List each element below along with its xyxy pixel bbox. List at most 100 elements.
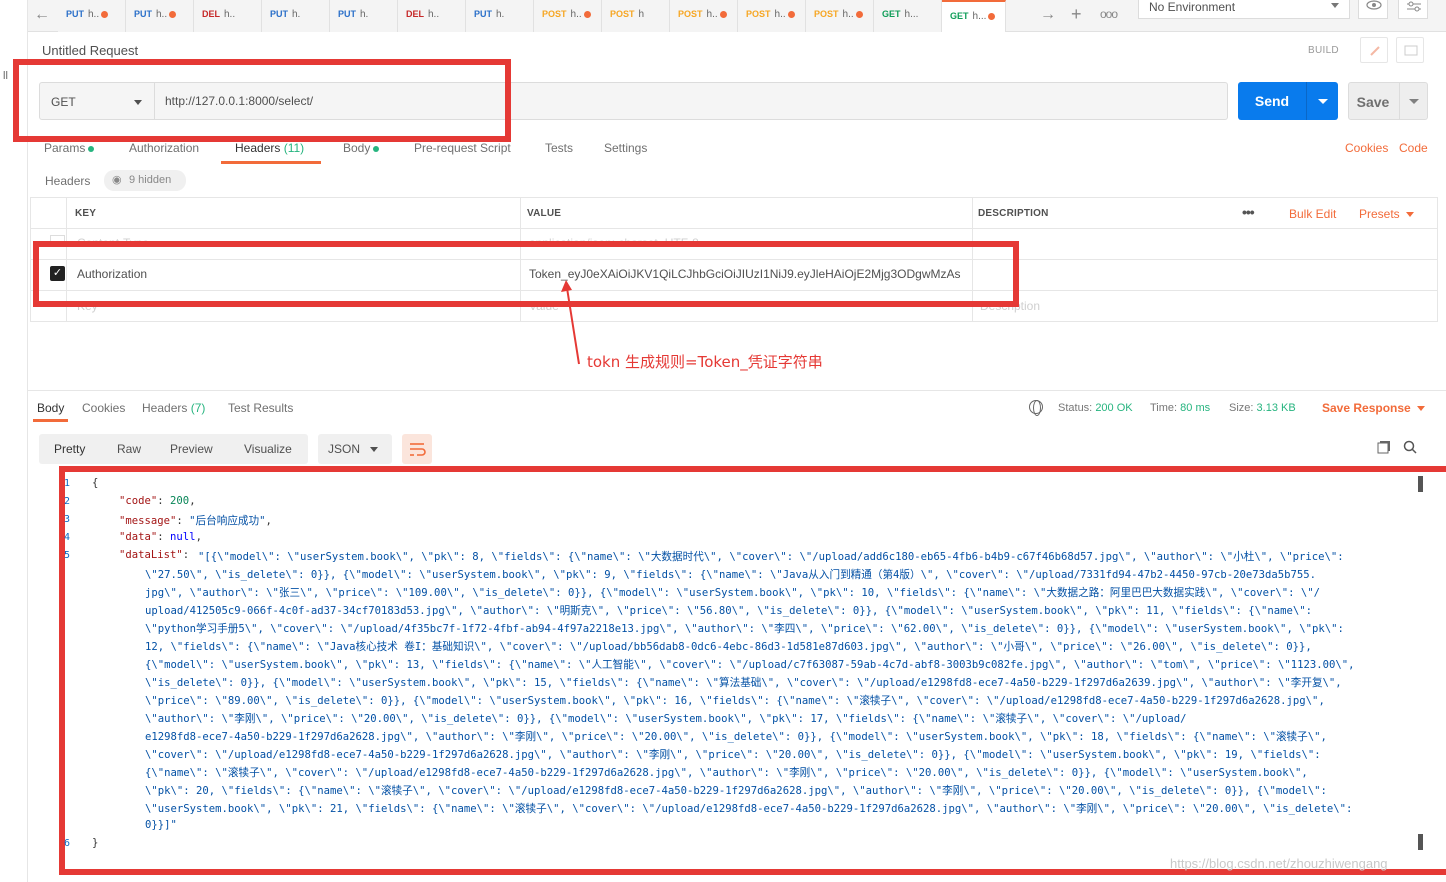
tab-params[interactable]: Params: [44, 141, 95, 155]
row-divider: [30, 321, 1438, 322]
code-line-code: "code": 200,: [119, 495, 196, 507]
request-tab-title: h...: [972, 11, 987, 22]
request-tab[interactable]: POST h: [602, 0, 670, 32]
comment-icon[interactable]: [1396, 37, 1424, 63]
column-header-key: KEY: [75, 208, 97, 219]
forward-arrow-icon[interactable]: →: [1040, 6, 1056, 24]
save-response-dropdown[interactable]: Save Response: [1322, 401, 1425, 415]
tab-more-icon[interactable]: ooo: [1100, 7, 1118, 21]
globe-icon[interactable]: [1029, 400, 1043, 416]
datalist-line: "[{\"model\": \"userSystem.book\", \"pk\…: [198, 551, 1344, 563]
json-key: "code": [119, 495, 158, 507]
scrollbar-thumb[interactable]: [1418, 834, 1423, 850]
format-visualize-button[interactable]: Visualize: [244, 442, 292, 456]
request-tab[interactable]: DEL h..: [398, 0, 466, 32]
request-tab-method: PUT: [66, 9, 84, 19]
scrollbar-thumb[interactable]: [1418, 476, 1423, 492]
response-tab-headers[interactable]: Headers (7): [142, 401, 205, 415]
tab-body[interactable]: Body: [343, 141, 380, 155]
request-tab-method: PUT: [474, 9, 492, 19]
response-type-select[interactable]: JSON: [318, 434, 392, 464]
request-tab[interactable]: PUT h..: [58, 0, 126, 32]
json-value: "后台响应成功": [189, 515, 266, 527]
send-separator: [1306, 82, 1307, 120]
tab-prerequest-script[interactable]: Pre-request Script: [414, 141, 511, 155]
response-tab-body[interactable]: Body: [37, 401, 64, 415]
request-tab-title: h.: [360, 9, 369, 20]
request-tab-title: h..: [570, 9, 582, 20]
datalist-line: upload/412505c9-066f-4c0f-ad37-34cf70183…: [145, 605, 1313, 617]
environment-select[interactable]: No Environment: [1138, 0, 1350, 19]
tab-settings[interactable]: Settings: [604, 141, 647, 155]
json-key: "data": [119, 531, 158, 543]
hidden-headers-toggle[interactable]: ◉ 9 hidden: [104, 170, 186, 191]
annotation-arrow: [561, 280, 580, 365]
bulk-edit-link[interactable]: Bulk Edit: [1289, 207, 1336, 221]
code-link[interactable]: Code: [1399, 141, 1428, 155]
code-line-data: "data": null,: [119, 531, 202, 543]
request-tab[interactable]: POST h..: [806, 0, 874, 32]
response-tab-cookies[interactable]: Cookies: [82, 401, 125, 415]
environment-quick-look-eye-icon[interactable]: [1358, 0, 1388, 19]
request-tab[interactable]: PUT h.: [466, 0, 534, 32]
build-mode-label[interactable]: BUILD: [1308, 45, 1339, 56]
format-pretty-button[interactable]: Pretty: [54, 442, 85, 456]
datalist-line: 0}}]": [145, 819, 177, 831]
tab-tests[interactable]: Tests: [545, 141, 573, 155]
save-separator: [1399, 83, 1400, 119]
search-icon[interactable]: [1403, 440, 1417, 454]
save-response-label: Save Response: [1322, 401, 1411, 415]
send-options-chevron-icon[interactable]: [1318, 99, 1328, 104]
response-body-viewer[interactable]: 1 2 3 4 5 6 { "code": 200, "message": "后…: [64, 474, 1414, 854]
request-tab[interactable]: PUT h..: [126, 0, 194, 32]
response-format-group: Pretty Raw Preview Visualize: [39, 434, 308, 464]
format-raw-button[interactable]: Raw: [117, 442, 141, 456]
body-indicator-dot: [373, 145, 380, 152]
request-title[interactable]: Untitled Request: [42, 43, 138, 58]
request-tab[interactable]: GET h...: [874, 0, 942, 32]
tab-body-label: Body: [343, 141, 371, 155]
request-tab-method: GET: [882, 9, 901, 19]
chevron-down-icon: [1331, 3, 1339, 8]
new-tab-plus-icon[interactable]: +: [1071, 4, 1082, 25]
unsaved-changes-dot-icon: [583, 10, 591, 18]
time-label: Time:: [1150, 402, 1178, 414]
chevron-down-icon: [1405, 212, 1414, 218]
status-label: Status:: [1058, 402, 1093, 414]
request-tab-method: POST: [814, 9, 839, 19]
send-button[interactable]: Send: [1238, 82, 1338, 120]
request-tab-method: POST: [746, 9, 771, 19]
datalist-line: \"is_delete\": 0}}, {\"model\": \"userSy…: [145, 677, 1342, 689]
response-tab-test-results[interactable]: Test Results: [228, 401, 293, 415]
request-tab[interactable]: POST h..: [738, 0, 806, 32]
request-tab[interactable]: PUT h.: [330, 0, 398, 32]
request-tab[interactable]: PUT h.: [262, 0, 330, 32]
datalist-line: \"pk\": 20, \"fields\": {\"name\": \"滚犊子…: [145, 785, 1327, 797]
time-value: 80 ms: [1180, 402, 1211, 414]
edit-pencil-icon[interactable]: [1360, 37, 1388, 63]
more-options-icon[interactable]: •••: [1242, 204, 1255, 220]
tab-authorization[interactable]: Authorization: [129, 141, 199, 155]
save-options-chevron-icon[interactable]: [1409, 99, 1419, 104]
hidden-headers-count: 9 hidden: [129, 174, 172, 186]
format-preview-button[interactable]: Preview: [170, 442, 213, 456]
tab-headers[interactable]: Headers (11): [235, 141, 304, 155]
back-arrow-icon[interactable]: ←: [34, 6, 50, 24]
presets-label: Presets: [1359, 207, 1400, 221]
wrap-lines-icon[interactable]: [402, 434, 432, 464]
request-tab[interactable]: DEL h..: [194, 0, 262, 32]
tab-headers-label: Headers: [235, 141, 281, 155]
line-number: 5: [64, 550, 71, 561]
request-tab-title: h: [638, 9, 645, 20]
copy-icon[interactable]: [1377, 440, 1391, 454]
response-divider: [28, 390, 1446, 391]
request-tab[interactable]: POST h..: [670, 0, 738, 32]
cookies-link[interactable]: Cookies: [1345, 141, 1388, 155]
manage-environments-sliders-icon[interactable]: [1398, 0, 1428, 19]
sidebar-handle-icon[interactable]: ll: [3, 70, 9, 82]
save-button[interactable]: Save: [1348, 82, 1428, 120]
request-tab[interactable]: GET h...: [942, 0, 1006, 32]
request-tab[interactable]: POST h..: [534, 0, 602, 32]
presets-dropdown[interactable]: Presets: [1359, 207, 1414, 221]
save-label: Save: [1356, 94, 1390, 110]
